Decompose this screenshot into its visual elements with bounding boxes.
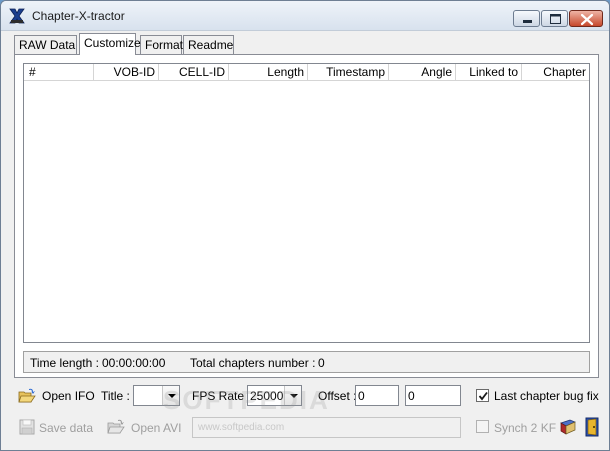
offset-field-1[interactable]: 0: [355, 385, 399, 406]
time-length-label: Time length :: [30, 356, 99, 370]
last-chapter-bug-fix-label[interactable]: Last chapter bug fix: [494, 389, 599, 403]
save-data-button[interactable]: Save data: [39, 421, 93, 435]
title-label: Title :: [101, 389, 130, 403]
open-folder-icon: [107, 418, 125, 436]
tab-format[interactable]: Format: [140, 35, 183, 55]
tab-raw-data[interactable]: RAW Data: [14, 35, 77, 55]
window-title: Chapter-X-tractor: [32, 9, 125, 23]
synch-2-kf-checkbox[interactable]: [476, 420, 489, 433]
column-header-chapter[interactable]: Chapter: [522, 64, 589, 81]
open-ifo-button[interactable]: Open IFO: [42, 389, 95, 403]
fps-rate-value: 25000: [250, 389, 284, 403]
chapter-list[interactable]: # VOB-ID CELL-ID Length Timestamp Angle …: [23, 63, 590, 343]
column-header-linked-to[interactable]: Linked to: [456, 64, 522, 81]
chevron-down-icon[interactable]: [162, 386, 179, 405]
column-header-length[interactable]: Length: [229, 64, 308, 81]
tab-readme[interactable]: Readme: [183, 35, 234, 55]
maximize-icon: [550, 14, 561, 24]
column-header-cell-id[interactable]: CELL-ID: [159, 64, 229, 81]
open-folder-icon[interactable]: [18, 387, 36, 405]
last-chapter-bug-fix-checkbox[interactable]: [476, 389, 489, 402]
minimize-button[interactable]: [513, 10, 540, 27]
avi-path-field[interactable]: [192, 417, 461, 438]
time-length-value: 00:00:00:00: [102, 356, 166, 370]
close-icon: [580, 13, 594, 26]
chevron-down-icon[interactable]: [284, 386, 301, 405]
column-header-number[interactable]: #: [24, 64, 94, 81]
offset-field-2[interactable]: 0: [405, 385, 461, 406]
tab-panel-customize: # VOB-ID CELL-ID Length Timestamp Angle …: [14, 54, 599, 378]
title-select[interactable]: [133, 385, 180, 406]
column-header-timestamp[interactable]: Timestamp: [308, 64, 389, 81]
status-bar: Time length : 00:00:00:00 Total chapters…: [23, 351, 590, 373]
exit-door-icon[interactable]: [583, 417, 601, 437]
synch-2-kf-label[interactable]: Synch 2 KF: [494, 421, 556, 435]
open-avi-button[interactable]: Open AVI: [131, 421, 181, 435]
save-disk-icon: [18, 418, 36, 436]
maximize-button[interactable]: [541, 10, 568, 27]
close-button[interactable]: [569, 10, 603, 27]
title-bar[interactable]: Chapter-X-tractor: [1, 1, 609, 31]
checkmark-icon: [478, 391, 488, 401]
minimize-icon: [523, 20, 532, 23]
total-chapters-label: Total chapters number :: [190, 356, 316, 370]
fps-rate-select[interactable]: 25000: [247, 385, 302, 406]
chapter-x-tractor-logo-icon[interactable]: [8, 7, 26, 25]
chapter-list-header: # VOB-ID CELL-ID Length Timestamp Angle …: [24, 64, 589, 81]
total-chapters-value: 0: [318, 356, 325, 370]
column-header-vob-id[interactable]: VOB-ID: [94, 64, 159, 81]
tab-customize[interactable]: Customize: [79, 33, 141, 55]
fps-rate-label: FPS Rate :: [192, 389, 251, 403]
column-header-angle[interactable]: Angle: [389, 64, 456, 81]
main-window: Chapter-X-tractor RAW Data Customize For…: [0, 0, 610, 451]
offset-label: Offset :: [318, 389, 357, 403]
book-help-icon[interactable]: [559, 418, 577, 436]
